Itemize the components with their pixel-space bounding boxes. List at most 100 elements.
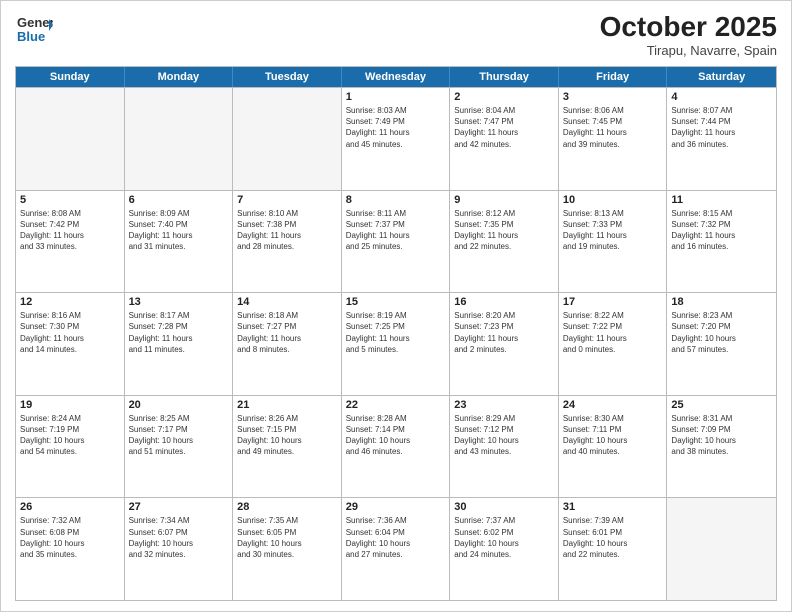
cell-info-line: and 32 minutes. [129,549,229,560]
cell-info-line: and 51 minutes. [129,446,229,457]
calendar-row: 19Sunrise: 8:24 AMSunset: 7:19 PMDayligh… [16,395,776,498]
cell-info-line: Daylight: 10 hours [129,538,229,549]
calendar-cell: 24Sunrise: 8:30 AMSunset: 7:11 PMDayligh… [559,396,668,498]
cell-info-line: Sunset: 7:49 PM [346,116,446,127]
day-number: 1 [346,91,446,103]
calendar-row: 26Sunrise: 7:32 AMSunset: 6:08 PMDayligh… [16,497,776,600]
calendar-cell: 2Sunrise: 8:04 AMSunset: 7:47 PMDaylight… [450,88,559,190]
day-number: 8 [346,194,446,206]
calendar-cell: 20Sunrise: 8:25 AMSunset: 7:17 PMDayligh… [125,396,234,498]
calendar-body: 1 Sunrise: 8:03 AMSunset: 7:49 PM Daylight… [16,87,776,600]
cell-info-line: Daylight: 10 hours [454,435,554,446]
cell-info-line: Sunrise: 8:15 AM [671,208,772,219]
cell-info-line: Sunrise: 8:16 AM [20,310,120,321]
cell-info-line: Sunrise: 8:03 AM [346,105,446,116]
cell-info-line: Daylight: 11 hours [20,333,120,344]
cell-info-line: Sunset: 7:12 PM [454,424,554,435]
cell-info-line: and 35 minutes. [20,549,120,560]
calendar-cell: 15Sunrise: 8:19 AMSunset: 7:25 PMDayligh… [342,293,451,395]
calendar-cell: 17Sunrise: 8:22 AMSunset: 7:22 PMDayligh… [559,293,668,395]
calendar-cell: 25Sunrise: 8:31 AMSunset: 7:09 PMDayligh… [667,396,776,498]
logo: General Blue [15,11,53,54]
cell-info-line: and 8 minutes. [237,344,337,355]
calendar-row: 12Sunrise: 8:16 AMSunset: 7:30 PMDayligh… [16,292,776,395]
calendar-cell [233,88,342,190]
cell-info-line: and 39 minutes. [563,139,663,150]
cell-info-line: Daylight: 10 hours [346,435,446,446]
day-number: 30 [454,501,554,513]
title-block: October 2025 Tirapu, Navarre, Spain [600,11,777,58]
cell-info-line: and 38 minutes. [671,446,772,457]
calendar-cell [16,88,125,190]
cell-info-line: and 22 minutes. [563,549,663,560]
cell-info-line: Daylight: 10 hours [346,538,446,549]
day-number: 20 [129,399,229,411]
calendar-row: 1 Sunrise: 8:03 AMSunset: 7:49 PM Daylight… [16,87,776,190]
cell-info-line: Sunset: 7:37 PM [346,219,446,230]
day-number: 28 [237,501,337,513]
cell-info-line: Daylight: 10 hours [20,435,120,446]
weekday-header: Saturday [667,67,776,87]
cell-info-line: and 11 minutes. [129,344,229,355]
calendar-cell: 22Sunrise: 8:28 AMSunset: 7:14 PMDayligh… [342,396,451,498]
calendar-cell [667,498,776,600]
cell-info-line: Daylight: 10 hours [20,538,120,549]
cell-info-line: Sunrise: 8:10 AM [237,208,337,219]
cell-info-line: Sunrise: 8:30 AM [563,413,663,424]
weekday-header: Thursday [450,67,559,87]
svg-text:General: General [17,15,53,30]
cell-info-line: and 28 minutes. [237,241,337,252]
cell-info-line: Sunrise: 7:36 AM [346,515,446,526]
cell-info-line: and 43 minutes. [454,446,554,457]
cell-info-line: Daylight: 11 hours [563,333,663,344]
cell-info-line: Sunset: 7:20 PM [671,321,772,332]
cell-info-line: Sunset: 6:02 PM [454,527,554,538]
calendar-cell: 5Sunrise: 8:08 AMSunset: 7:42 PMDaylight… [16,191,125,293]
cell-info-line: Daylight: 11 hours [563,127,663,138]
cell-info-line: Sunset: 7:23 PM [454,321,554,332]
cell-info-line: and 57 minutes. [671,344,772,355]
day-number: 10 [563,194,663,206]
cell-info-line: Daylight: 11 hours [346,230,446,241]
cell-info-line: and 31 minutes. [129,241,229,252]
calendar-cell: 4Sunrise: 8:07 AMSunset: 7:44 PMDaylight… [667,88,776,190]
cell-info-line: Sunset: 7:11 PM [563,424,663,435]
calendar-cell: 3Sunrise: 8:06 AMSunset: 7:45 PMDaylight… [559,88,668,190]
day-number: 26 [20,501,120,513]
cell-info-line: Sunset: 7:40 PM [129,219,229,230]
weekday-header: Tuesday [233,67,342,87]
cell-info-line: and 54 minutes. [20,446,120,457]
cell-info-line: and 27 minutes. [346,549,446,560]
weekday-header: Sunday [16,67,125,87]
cell-info-line: Sunrise: 8:18 AM [237,310,337,321]
cell-info-line: Sunrise: 7:37 AM [454,515,554,526]
cell-info-line: and 14 minutes. [20,344,120,355]
cell-info-line: Sunset: 7:15 PM [237,424,337,435]
calendar-cell: 14Sunrise: 8:18 AMSunset: 7:27 PMDayligh… [233,293,342,395]
day-number: 3 [563,91,663,103]
cell-info-line: and 30 minutes. [237,549,337,560]
day-number: 14 [237,296,337,308]
cell-info-line: Daylight: 10 hours [563,538,663,549]
cell-info-line: Daylight: 11 hours [671,127,772,138]
cell-info-line: Sunrise: 8:25 AM [129,413,229,424]
day-number: 22 [346,399,446,411]
cell-info-line: Sunset: 7:27 PM [237,321,337,332]
day-number: 5 [20,194,120,206]
weekday-header: Friday [559,67,668,87]
month-title: October 2025 [600,11,777,43]
calendar-cell: 13Sunrise: 8:17 AMSunset: 7:28 PMDayligh… [125,293,234,395]
cell-info-line: Sunrise: 8:24 AM [20,413,120,424]
cell-info-line: Sunset: 7:17 PM [129,424,229,435]
day-number: 25 [671,399,772,411]
day-number: 17 [563,296,663,308]
day-number: 2 [454,91,554,103]
day-number: 12 [20,296,120,308]
calendar-cell: 7Sunrise: 8:10 AMSunset: 7:38 PMDaylight… [233,191,342,293]
cell-info-line: Sunrise: 8:20 AM [454,310,554,321]
cell-info-line: and 25 minutes. [346,241,446,252]
cell-info-line: and 46 minutes. [346,446,446,457]
cell-info-line: and 40 minutes. [563,446,663,457]
cell-info-line: Daylight: 10 hours [563,435,663,446]
day-number: 6 [129,194,229,206]
